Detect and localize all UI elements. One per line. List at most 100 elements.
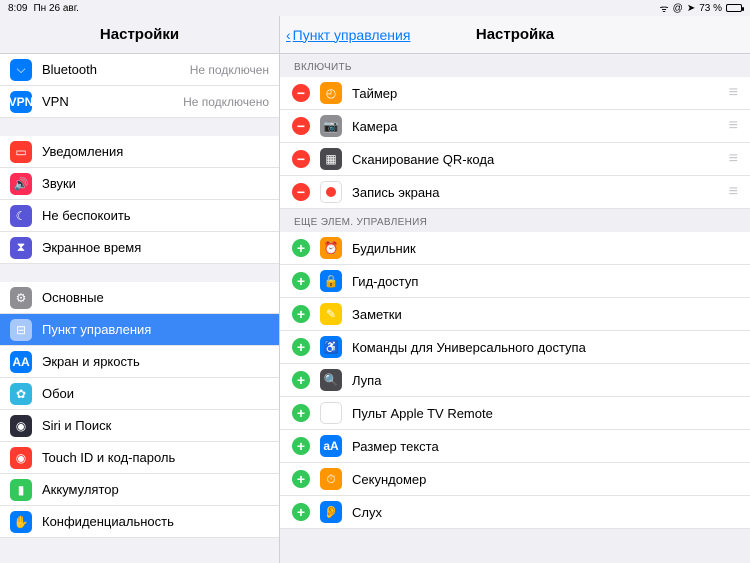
sidebar-item-label: Экранное время <box>42 240 269 255</box>
add-button[interactable]: + <box>292 404 310 422</box>
add-button[interactable]: + <box>292 503 310 521</box>
control-center-icon: ⊟ <box>10 319 32 341</box>
sidebar-item-label: Пункт управления <box>42 322 269 337</box>
touchid-icon: ◉ <box>10 447 32 469</box>
wifi-icon: ᯤ <box>660 1 669 15</box>
sidebar-item-privacy[interactable]: ✋ Конфиденциальность <box>0 506 279 538</box>
sidebar-item-label: Экран и яркость <box>42 354 269 369</box>
sidebar-item-bluetooth[interactable]: ⌵BluetoothНе подключен <box>0 54 279 86</box>
control-row-accessibility[interactable]: + ♿ Команды для Универсального доступа <box>280 331 750 364</box>
sidebar-item-label: Обои <box>42 386 269 401</box>
control-row-alarm[interactable]: + ⏰ Будильник <box>280 232 750 265</box>
control-row-remote[interactable]: +▮Пульт Apple TV Remote <box>280 397 750 430</box>
control-row-label: Размер текста <box>352 439 738 454</box>
status-bar: 8:09 Пн 26 авг. ᯤ @ ➤ 73 % <box>0 0 750 16</box>
control-row-camera[interactable]: −📷Камера≡ <box>280 110 750 143</box>
control-row-hearing[interactable]: + 👂 Слух <box>280 496 750 529</box>
timer-icon: ◴ <box>320 82 342 104</box>
control-row-label: Сканирование QR-кода <box>352 152 720 167</box>
stopwatch-icon: ⏱ <box>320 468 342 490</box>
accessibility-icon: ♿ <box>320 336 342 358</box>
add-button[interactable]: + <box>292 470 310 488</box>
notifications-icon: ▭ <box>10 141 32 163</box>
sidebar-item-siri[interactable]: ◉Siri и Поиск <box>0 410 279 442</box>
control-row-qr[interactable]: −▦ Сканирование QR-кода≡ <box>280 143 750 176</box>
battery-icon <box>726 4 742 12</box>
sidebar-item-control-center[interactable]: ⊟ Пункт управления <box>0 314 279 346</box>
control-row-textsize[interactable]: +aAРазмер текста <box>280 430 750 463</box>
settings-sidebar: Настройки ⌵BluetoothНе подключенVPNVPNНе… <box>0 16 280 563</box>
remove-button[interactable]: − <box>292 84 310 102</box>
control-row-label: Запись экрана <box>352 185 720 200</box>
dnd-icon: ☾ <box>10 205 32 227</box>
sidebar-item-label: Основные <box>42 290 269 305</box>
control-row-label: Лупа <box>352 373 738 388</box>
add-button[interactable]: + <box>292 305 310 323</box>
section-header: Включить <box>280 54 750 77</box>
sidebar-item-touchid[interactable]: ◉ Touch ID и код-пароль <box>0 442 279 474</box>
general-icon: ⚙ <box>10 287 32 309</box>
control-row-label: Команды для Универсального доступа <box>352 340 738 355</box>
status-time: 8:09 <box>8 3 27 14</box>
drag-handle-icon[interactable]: ≡ <box>720 183 738 201</box>
vpn-icon: VPN <box>10 91 32 113</box>
section-header: Еще элем. управления <box>280 209 750 232</box>
remove-button[interactable]: − <box>292 150 310 168</box>
sidebar-item-display[interactable]: AAЭкран и яркость <box>0 346 279 378</box>
add-button[interactable]: + <box>292 239 310 257</box>
magnifier-icon: 🔍 <box>320 369 342 391</box>
sidebar-item-notifications[interactable]: ▭ Уведомления <box>0 136 279 168</box>
sidebar-item-wallpaper[interactable]: ✿Обои <box>0 378 279 410</box>
chevron-left-icon: ‹ <box>286 27 291 43</box>
siri-icon: ◉ <box>10 415 32 437</box>
record-icon <box>320 181 342 203</box>
control-row-label: Слух <box>352 505 738 520</box>
guided-icon: 🔒 <box>320 270 342 292</box>
sidebar-item-screentime[interactable]: ⧗Экранное время <box>0 232 279 264</box>
sidebar-item-label: Bluetooth <box>42 62 190 77</box>
drag-handle-icon[interactable]: ≡ <box>720 84 738 102</box>
control-row-record[interactable]: − Запись экрана≡ <box>280 176 750 209</box>
notes-icon: ✎ <box>320 303 342 325</box>
remove-button[interactable]: − <box>292 183 310 201</box>
control-row-label: Секундомер <box>352 472 738 487</box>
add-button[interactable]: + <box>292 338 310 356</box>
sidebar-item-vpn[interactable]: VPNVPNНе подключено <box>0 86 279 118</box>
sounds-icon: 🔊 <box>10 173 32 195</box>
add-button[interactable]: + <box>292 371 310 389</box>
qr-icon: ▦ <box>320 148 342 170</box>
control-row-timer[interactable]: −◴Таймер≡ <box>280 77 750 110</box>
sidebar-item-label: Уведомления <box>42 144 269 159</box>
control-row-guided[interactable]: +🔒Гид-доступ <box>280 265 750 298</box>
add-button[interactable]: + <box>292 437 310 455</box>
sidebar-item-battery[interactable]: ▮ Аккумулятор <box>0 474 279 506</box>
remote-icon: ▮ <box>320 402 342 424</box>
remove-button[interactable]: − <box>292 117 310 135</box>
location-icon: ➤ <box>687 3 695 14</box>
status-date: Пн 26 авг. <box>33 3 78 14</box>
sidebar-item-general[interactable]: ⚙ Основные <box>0 282 279 314</box>
sidebar-item-label: Звуки <box>42 176 269 191</box>
sidebar-item-label: Конфиденциальность <box>42 514 269 529</box>
sidebar-item-label: Аккумулятор <box>42 482 269 497</box>
sidebar-item-sub: Не подключено <box>183 95 269 109</box>
control-row-notes[interactable]: +✎Заметки <box>280 298 750 331</box>
drag-handle-icon[interactable]: ≡ <box>720 117 738 135</box>
sidebar-item-label: Touch ID и код-пароль <box>42 450 269 465</box>
control-row-label: Будильник <box>352 241 738 256</box>
battery-icon: ▮ <box>10 479 32 501</box>
sidebar-item-dnd[interactable]: ☾Не беспокоить <box>0 200 279 232</box>
control-row-stopwatch[interactable]: + ⏱ Секундомер <box>280 463 750 496</box>
orientation-icon: @ <box>673 3 683 14</box>
hearing-icon: 👂 <box>320 501 342 523</box>
alarm-icon: ⏰ <box>320 237 342 259</box>
control-row-magnifier[interactable]: + 🔍 Лупа <box>280 364 750 397</box>
back-button[interactable]: ‹ Пункт управления <box>280 27 410 43</box>
drag-handle-icon[interactable]: ≡ <box>720 150 738 168</box>
sidebar-title: Настройки <box>0 16 279 54</box>
sidebar-item-sounds[interactable]: 🔊 Звуки <box>0 168 279 200</box>
camera-icon: 📷 <box>320 115 342 137</box>
add-button[interactable]: + <box>292 272 310 290</box>
privacy-icon: ✋ <box>10 511 32 533</box>
sidebar-item-sub: Не подключен <box>190 63 269 77</box>
